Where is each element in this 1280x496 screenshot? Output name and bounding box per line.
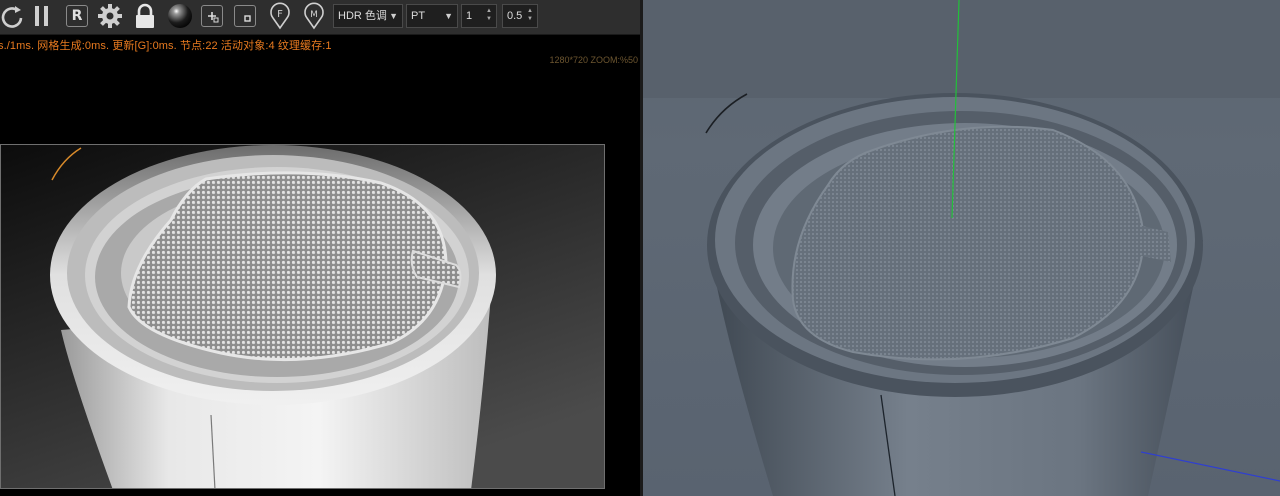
svg-text:F: F (277, 9, 283, 20)
add-region-icon[interactable] (201, 5, 223, 27)
stepper-arrows-icon[interactable]: ▲ ▼ (486, 7, 492, 23)
stepper-arrows-icon[interactable]: ▲ ▼ (527, 7, 533, 23)
material-pin-icon[interactable]: M (302, 2, 326, 30)
material-sphere-icon[interactable] (166, 3, 194, 29)
viewport-can-model (643, 0, 1280, 496)
kernel-select[interactable]: PT ▼ (406, 4, 458, 28)
live-render-panel: R F M HDR 色调 ▼ PT ▼ 1 ▲ ▼ 0.5 ▲ ▼ s./1ms… (0, 0, 640, 496)
samples-value: 1 (466, 10, 473, 22)
render-frame[interactable] (0, 144, 605, 489)
samples-stepper[interactable]: 1 ▲ ▼ (461, 4, 497, 28)
tone-mapping-value: HDR 色调 (338, 10, 387, 22)
chevron-down-icon: ▼ (389, 11, 398, 21)
filter-pin-icon[interactable]: F (268, 2, 292, 30)
ratio-value: 0.5 (507, 10, 523, 22)
pause-icon[interactable] (30, 3, 54, 29)
refresh-icon[interactable] (0, 3, 24, 29)
render-toolbar: R F M HDR 色调 ▼ PT ▼ 1 ▲ ▼ 0.5 ▲ ▼ (0, 0, 640, 35)
resolution-zoom-label: 1280*720 ZOOM:%50 (549, 55, 638, 65)
editor-viewport[interactable] (643, 0, 1280, 496)
object-region-icon[interactable] (234, 5, 256, 27)
kernel-value: PT (411, 10, 426, 22)
svg-text:M: M (310, 10, 318, 20)
render-stats-text: s./1ms. 网格生成:0ms. 更新[G]:0ms. 节点:22 活动对象:… (0, 40, 332, 52)
ratio-stepper[interactable]: 0.5 ▲ ▼ (502, 4, 538, 28)
render-app: R F M HDR 色调 ▼ PT ▼ 1 ▲ ▼ 0.5 ▲ ▼ s./1ms… (0, 0, 1280, 496)
lock-icon[interactable] (132, 3, 158, 29)
region-render-icon[interactable]: R (66, 5, 88, 27)
tone-mapping-select[interactable]: HDR 色调 ▼ (333, 4, 403, 28)
chevron-down-icon: ▼ (444, 11, 453, 21)
rendered-can-image (1, 145, 604, 488)
settings-gear-icon[interactable] (96, 3, 124, 29)
